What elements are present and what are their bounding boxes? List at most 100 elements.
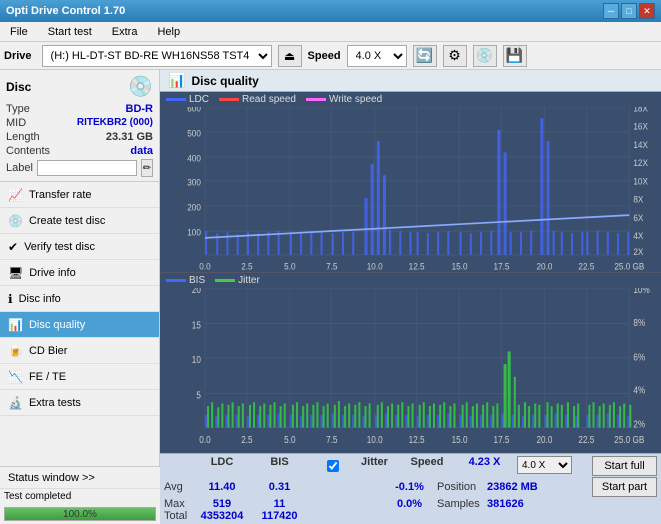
chart1-legend: LDC Read speed Write speed bbox=[160, 92, 661, 107]
progress-label: 100.0% bbox=[5, 508, 155, 520]
total-bis: 117420 bbox=[252, 510, 307, 522]
disc-title: Disc bbox=[6, 80, 31, 94]
svg-text:12.5: 12.5 bbox=[409, 434, 425, 445]
nav-create-test-disc[interactable]: 💿 Create test disc bbox=[0, 208, 159, 234]
svg-text:15.0: 15.0 bbox=[452, 434, 468, 445]
drive-info-icon: 🖥 bbox=[8, 266, 23, 280]
label-edit-button[interactable]: ✏ bbox=[141, 159, 153, 177]
chart1-svg: 600 500 400 300 200 100 18X 16X 14X 12X … bbox=[160, 107, 661, 272]
speed-label: Speed bbox=[308, 50, 341, 62]
speed-select-stats[interactable]: 4.0 X bbox=[517, 456, 572, 474]
nav-disc-info[interactable]: ℹ Disc info bbox=[0, 286, 159, 312]
start-full-button[interactable]: Start full bbox=[592, 456, 657, 476]
svg-text:10: 10 bbox=[192, 354, 201, 365]
main-layout: Disc 💿 Type BD-R MID RITEKBR2 (000) Leng… bbox=[0, 70, 661, 524]
avg-ldc: 11.40 bbox=[192, 481, 252, 493]
max-ldc: 519 bbox=[192, 498, 252, 510]
disc-icon: 💿 bbox=[128, 74, 153, 99]
drive-select[interactable]: (H:) HL-DT-ST BD-RE WH16NS58 TST4 bbox=[42, 45, 272, 67]
svg-text:22.5: 22.5 bbox=[578, 434, 594, 445]
contents-label: Contents bbox=[6, 145, 50, 157]
title-bar: Opti Drive Control 1.70 ─ □ ✕ bbox=[0, 0, 661, 22]
svg-text:20.0: 20.0 bbox=[536, 261, 552, 272]
left-panel: Disc 💿 Type BD-R MID RITEKBR2 (000) Leng… bbox=[0, 70, 160, 524]
max-jitter: 0.0% bbox=[382, 498, 437, 510]
svg-text:2.5: 2.5 bbox=[241, 434, 252, 445]
svg-text:10X: 10X bbox=[633, 176, 648, 187]
svg-text:2X: 2X bbox=[633, 247, 643, 258]
length-label: Length bbox=[6, 131, 40, 143]
jitter-checkbox[interactable] bbox=[327, 460, 339, 472]
ldc-header: LDC bbox=[192, 456, 252, 476]
nav-transfer-rate[interactable]: 📈 Transfer rate bbox=[0, 182, 159, 208]
nav-disc-quality-label: Disc quality bbox=[29, 319, 85, 331]
completed-text: Test completed bbox=[4, 491, 71, 502]
refresh-button[interactable]: 🔄 bbox=[413, 45, 437, 67]
speed-header: Speed bbox=[402, 456, 452, 476]
svg-text:7.5: 7.5 bbox=[326, 261, 338, 272]
write-color-swatch bbox=[306, 98, 326, 101]
legend-write: Write speed bbox=[306, 94, 382, 105]
speed-select[interactable]: 4.0 X bbox=[347, 45, 407, 67]
app-title: Opti Drive Control 1.70 bbox=[6, 5, 125, 17]
close-button[interactable]: ✕ bbox=[639, 3, 655, 19]
legend-jitter: Jitter bbox=[215, 275, 260, 286]
svg-text:7.5: 7.5 bbox=[326, 434, 337, 445]
samples-label: Samples bbox=[437, 498, 487, 510]
menu-help[interactable]: Help bbox=[151, 24, 186, 40]
menu-extra[interactable]: Extra bbox=[106, 24, 144, 40]
nav-disc-quality[interactable]: 📊 Disc quality bbox=[0, 312, 159, 338]
maximize-button[interactable]: □ bbox=[621, 3, 637, 19]
nav-verify-test-disc[interactable]: ✔ Verify test disc bbox=[0, 234, 159, 260]
nav-cd-bier[interactable]: 🍺 CD Bier bbox=[0, 338, 159, 364]
nav-fe-te[interactable]: 📉 FE / TE bbox=[0, 364, 159, 390]
eject-button[interactable]: ⏏ bbox=[278, 45, 302, 67]
disc-quality-title: Disc quality bbox=[191, 74, 258, 88]
position-value: 23862 MB bbox=[487, 481, 567, 493]
drive-label: Drive bbox=[4, 50, 32, 62]
menu-start-test[interactable]: Start test bbox=[42, 24, 98, 40]
legend-bis: BIS bbox=[166, 275, 205, 286]
save-button[interactable]: 💾 bbox=[503, 45, 527, 67]
minimize-button[interactable]: ─ bbox=[603, 3, 619, 19]
svg-text:20: 20 bbox=[192, 288, 201, 295]
status-window-button[interactable]: Status window >> bbox=[0, 467, 160, 489]
svg-text:17.5: 17.5 bbox=[494, 434, 510, 445]
nav-drive-info[interactable]: 🖥 Drive info bbox=[0, 260, 159, 286]
total-label: Total bbox=[164, 510, 192, 522]
svg-text:4%: 4% bbox=[633, 385, 645, 396]
start-part-button[interactable]: Start part bbox=[592, 477, 657, 497]
legend-read-label: Read speed bbox=[242, 94, 296, 105]
nav-create-test-disc-label: Create test disc bbox=[29, 215, 105, 227]
svg-text:25.0 GB: 25.0 GB bbox=[614, 261, 644, 272]
bis-header: BIS bbox=[252, 456, 307, 476]
svg-text:8X: 8X bbox=[633, 194, 643, 205]
svg-text:2.5: 2.5 bbox=[241, 261, 253, 272]
menu-file[interactable]: File bbox=[4, 24, 34, 40]
nav-extra-tests[interactable]: 🔬 Extra tests bbox=[0, 390, 159, 416]
label-input[interactable] bbox=[37, 160, 137, 176]
settings-button[interactable]: ⚙ bbox=[443, 45, 467, 67]
status-completed: Test completed bbox=[0, 489, 160, 504]
menu-bar: File Start test Extra Help bbox=[0, 22, 661, 42]
chart2-svg: 20 15 10 5 10% 8% 6% 4% 2% 0.0 2.5 5.0 bbox=[160, 288, 661, 453]
disc-icon-btn[interactable]: 💿 bbox=[473, 45, 497, 67]
svg-text:600: 600 bbox=[187, 107, 201, 114]
window-controls: ─ □ ✕ bbox=[603, 3, 655, 19]
svg-text:17.5: 17.5 bbox=[494, 261, 510, 272]
jitter-color-swatch bbox=[215, 279, 235, 282]
legend-bis-label: BIS bbox=[189, 275, 205, 286]
total-ldc: 4353204 bbox=[192, 510, 252, 522]
progress-bar: 100.0% bbox=[4, 507, 156, 521]
svg-text:18X: 18X bbox=[633, 107, 648, 114]
disc-info-icon: ℹ bbox=[8, 292, 13, 306]
disc-quality-header: 📊 Disc quality bbox=[160, 70, 661, 92]
svg-text:300: 300 bbox=[187, 177, 201, 188]
svg-text:100: 100 bbox=[187, 227, 201, 238]
disc-section: Disc 💿 Type BD-R MID RITEKBR2 (000) Leng… bbox=[0, 70, 159, 182]
jitter-checkbox-container bbox=[327, 456, 347, 476]
cd-bier-icon: 🍺 bbox=[8, 344, 23, 358]
svg-text:12.5: 12.5 bbox=[409, 261, 425, 272]
svg-text:14X: 14X bbox=[633, 140, 648, 151]
chart2-container: 20 15 10 5 10% 8% 6% 4% 2% 0.0 2.5 5.0 bbox=[160, 288, 661, 453]
